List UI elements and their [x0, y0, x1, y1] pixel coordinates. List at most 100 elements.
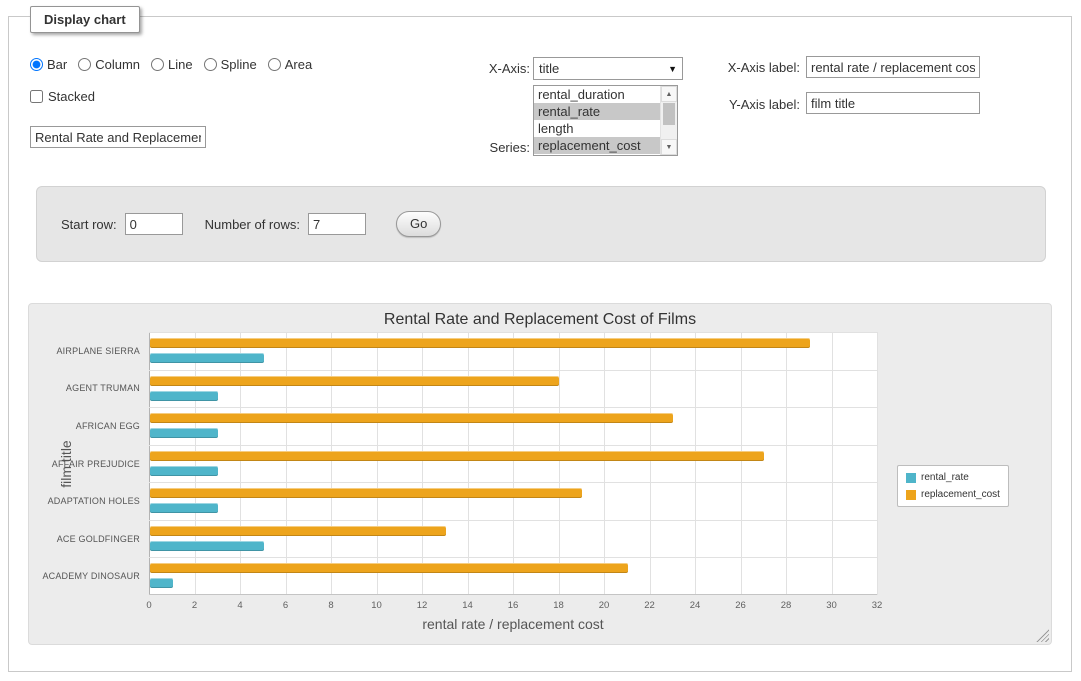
stacked-label: Stacked: [48, 89, 95, 104]
grid-line-horizontal: [149, 482, 877, 483]
x-tick-label: 30: [826, 600, 837, 611]
bar-replacement_cost: [150, 376, 559, 386]
chart-type-column-radio[interactable]: [78, 58, 91, 71]
number-of-rows-caption: Number of rows:: [205, 217, 300, 232]
chart-title: Rental Rate and Replacement Cost of Film…: [29, 311, 1051, 329]
chart-type-bar-label: Bar: [47, 57, 67, 72]
grid-line-vertical: [604, 332, 605, 595]
grid-line-vertical: [240, 332, 241, 595]
bar-rental_rate: [150, 466, 218, 476]
chart-type-spline-radio[interactable]: [204, 58, 217, 71]
x-tick-label: 8: [328, 600, 333, 611]
category-label: AFFAIR PREJUDICE: [52, 459, 140, 469]
chart-type-column[interactable]: Column: [78, 57, 140, 72]
x-tick-label: 32: [872, 600, 883, 611]
grid-line-vertical: [468, 332, 469, 595]
series-caption: Series:: [420, 140, 530, 155]
grid-line-vertical: [513, 332, 514, 595]
legend-label: rental_rate: [921, 472, 969, 483]
y-axis-label-input[interactable]: [806, 92, 980, 114]
start-row-caption: Start row:: [61, 217, 117, 232]
series-option[interactable]: length: [534, 120, 660, 137]
series-option[interactable]: rental_rate: [534, 103, 660, 120]
bar-rental_rate: [150, 353, 264, 363]
grid-line-vertical: [741, 332, 742, 595]
fieldset-legend: Display chart: [30, 6, 140, 33]
category-label: ADAPTATION HOLES: [48, 496, 140, 506]
bar-replacement_cost: [150, 488, 582, 498]
grid-line-horizontal: [149, 370, 877, 371]
bar-replacement_cost: [150, 451, 764, 461]
scrollbar-track[interactable]: [661, 126, 677, 139]
chart-type-line[interactable]: Line: [151, 57, 193, 72]
grid-line-vertical: [650, 332, 651, 595]
chart-type-column-label: Column: [95, 57, 140, 72]
grid-line-vertical: [786, 332, 787, 595]
chart-type-area[interactable]: Area: [268, 57, 312, 72]
grid-line-vertical: [195, 332, 196, 595]
grid-line-horizontal: [149, 332, 877, 333]
stacked-checkbox[interactable]: [30, 90, 43, 103]
legend-label: replacement_cost: [921, 489, 1000, 500]
chart-type-spline-label: Spline: [221, 57, 257, 72]
go-button[interactable]: Go: [396, 211, 441, 237]
grid-line-vertical: [559, 332, 560, 595]
legend-item-replacement_cost[interactable]: replacement_cost: [906, 489, 1000, 500]
x-axis-select[interactable]: title ▼: [533, 57, 683, 80]
category-label: AIRPLANE SIERRA: [56, 346, 140, 356]
x-axis-select-caption: X-Axis:: [420, 61, 530, 76]
grid-line-horizontal: [149, 407, 877, 408]
grid-line-horizontal: [149, 520, 877, 521]
series-listbox[interactable]: rental_durationrental_ratelengthreplacem…: [533, 85, 678, 156]
grid-line-vertical: [877, 332, 878, 595]
x-axis-label-input[interactable]: [806, 56, 980, 78]
series-option[interactable]: rental_duration: [534, 86, 660, 103]
x-tick-label: 20: [599, 600, 610, 611]
x-tick-label: 2: [192, 600, 197, 611]
chart-title-input[interactable]: [30, 126, 206, 148]
chart-type-bar-radio[interactable]: [30, 58, 43, 71]
x-tick-label: 28: [781, 600, 792, 611]
scrollbar-thumb[interactable]: [663, 103, 675, 125]
grid-line-vertical: [695, 332, 696, 595]
x-tick-label: 16: [508, 600, 519, 611]
series-scrollbar[interactable]: ▲ ▼: [660, 86, 677, 155]
scroll-up-icon[interactable]: ▲: [661, 86, 677, 102]
bar-replacement_cost: [150, 413, 673, 423]
y-axis-label-caption: Y-Axis label:: [690, 97, 800, 112]
stacked-option[interactable]: Stacked: [30, 89, 95, 104]
scroll-down-icon[interactable]: ▼: [661, 139, 677, 155]
legend-swatch-icon: [906, 490, 916, 500]
legend-item-rental_rate[interactable]: rental_rate: [906, 472, 1000, 483]
x-tick-label: 24: [690, 600, 701, 611]
start-row-input[interactable]: [125, 213, 183, 235]
chart-x-axis-title: rental rate / replacement cost: [149, 616, 877, 632]
x-tick-label: 10: [371, 600, 382, 611]
grid-line-horizontal: [149, 594, 877, 595]
bar-rental_rate: [150, 578, 173, 588]
bar-rental_rate: [150, 391, 218, 401]
chart-type-area-radio[interactable]: [268, 58, 281, 71]
x-axis-label-caption: X-Axis label:: [690, 60, 800, 75]
number-of-rows-input[interactable]: [308, 213, 366, 235]
page: Display chart Bar Column Line Spline Are…: [0, 0, 1081, 681]
resize-grip-icon[interactable]: [1036, 629, 1049, 642]
x-tick-label: 26: [735, 600, 746, 611]
bar-replacement_cost: [150, 338, 810, 348]
grid-line-horizontal: [149, 445, 877, 446]
chart-type-bar[interactable]: Bar: [30, 57, 67, 72]
bar-rental_rate: [150, 541, 264, 551]
grid-line-vertical: [331, 332, 332, 595]
grid-line-vertical: [377, 332, 378, 595]
chart-type-line-radio[interactable]: [151, 58, 164, 71]
grid-line-vertical: [832, 332, 833, 595]
grid-line-vertical: [422, 332, 423, 595]
legend-swatch-icon: [906, 473, 916, 483]
x-tick-label: 22: [644, 600, 655, 611]
chart-type-radio-group: Bar Column Line Spline Area: [30, 57, 312, 72]
category-label: ACE GOLDFINGER: [57, 534, 140, 544]
bar-replacement_cost: [150, 563, 628, 573]
series-option[interactable]: replacement_cost: [534, 137, 660, 154]
category-label: ACADEMY DINOSAUR: [42, 571, 140, 581]
chart-type-spline[interactable]: Spline: [204, 57, 257, 72]
